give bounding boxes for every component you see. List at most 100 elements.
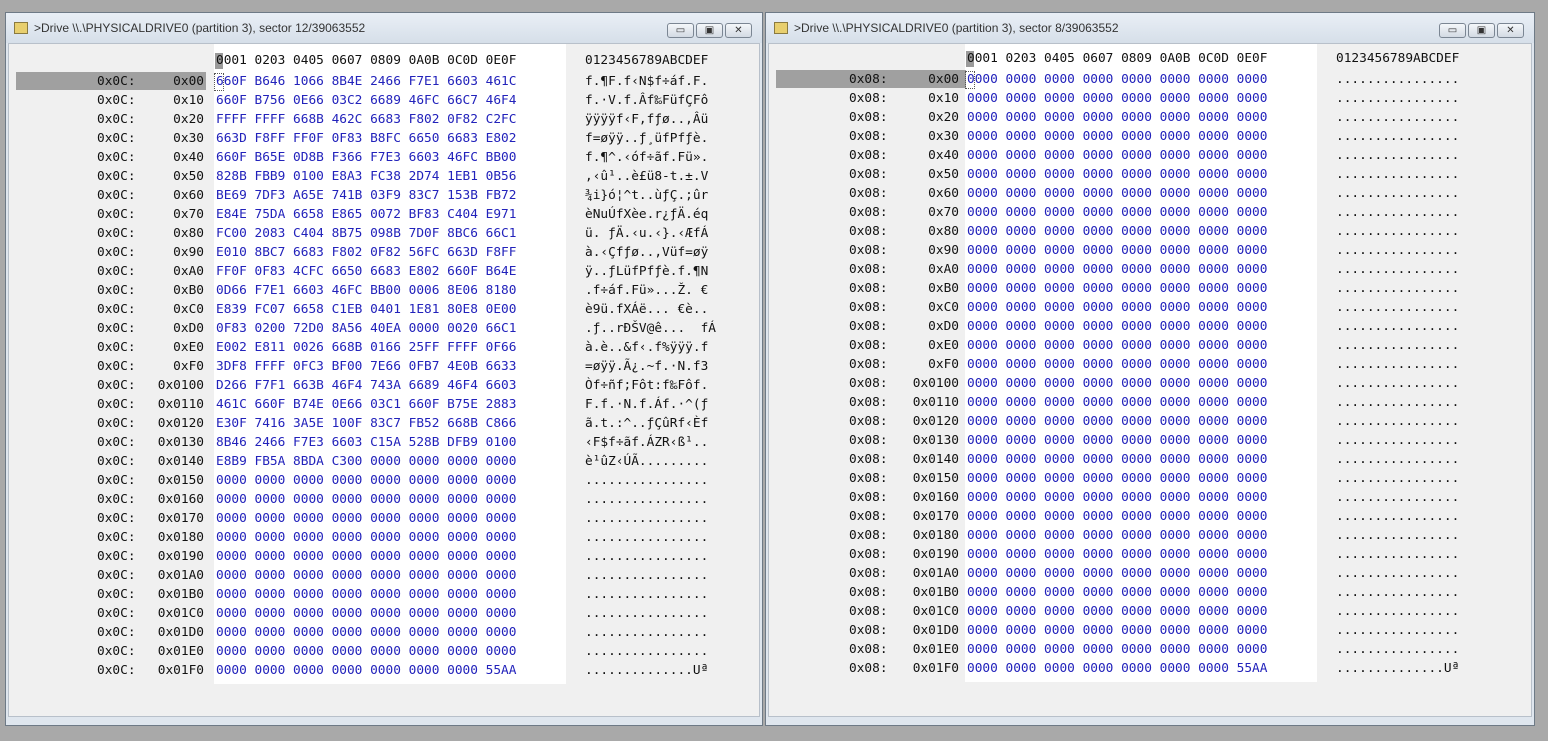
hex-row[interactable]: 0x0C: 0x01A0 0000 0000 0000 0000 0000 0000… [9,566,759,585]
hex-bytes[interactable]: 0000 0000 0000 0000 0000 0000 0000 0000 [967,91,1267,106]
hex-bytes[interactable]: 0000 0000 0000 0000 0000 0000 0000 0000 [967,566,1267,581]
ascii-text[interactable]: ................ [1336,243,1459,258]
hex-bytes[interactable]: 660F B65E 0D8B F366 F7E3 6603 46FC BB00 [216,150,516,165]
ascii-text[interactable]: ................ [1336,72,1459,87]
hex-row[interactable]: 0x0C: 0x01D0 0000 0000 0000 0000 0000 0000… [9,623,759,642]
ascii-text[interactable]: f.¶F.f‹N$f÷áf.F. [585,74,708,89]
hex-row[interactable]: 0x08: 0x0100 0000 0000 0000 0000 0000 0000… [769,374,1531,393]
hex-window-sector-12[interactable]: >Drive \\.\PHYSICALDRIVE0 (partition 3),… [5,12,763,726]
hex-bytes[interactable]: BE69 7DF3 A65E 741B 03F9 83C7 153B FB72 [216,188,516,203]
title-bar[interactable]: >Drive \\.\PHYSICALDRIVE0 (partition 3),… [6,13,762,43]
ascii-text[interactable]: F.f.·N.f.Áf.·^(ƒ [585,397,708,412]
hex-row[interactable]: 0x08: 0x50 0000 0000 0000 0000 0000 0000 0… [769,165,1531,184]
title-bar[interactable]: >Drive \\.\PHYSICALDRIVE0 (partition 3),… [766,13,1534,43]
hex-row[interactable]: 0x0C: 0xA0 FF0F 0F83 4CFC 6650 6683 E802 6… [9,262,759,281]
ascii-text[interactable]: Òf÷ñf;Fôt:f‰Fôf. [585,378,708,393]
hex-bytes[interactable]: 0000 0000 0000 0000 0000 0000 0000 0000 [216,473,516,488]
ascii-text[interactable]: ................ [1336,167,1459,182]
hex-bytes[interactable]: E84E 75DA 6658 E865 0072 BF83 C404 E971 [216,207,516,222]
hex-row[interactable]: 0x08: 0x01A0 0000 0000 0000 0000 0000 0000… [769,564,1531,583]
hex-bytes[interactable]: 0000 0000 0000 0000 0000 0000 0000 0000 [216,644,516,659]
hex-row[interactable]: 0x0C: 0x0170 0000 0000 0000 0000 0000 0000… [9,509,759,528]
hex-row[interactable]: 0x0C: 0x0180 0000 0000 0000 0000 0000 0000… [9,528,759,547]
ascii-text[interactable]: ................ [1336,566,1459,581]
ascii-text[interactable]: ................ [1336,91,1459,106]
ascii-text[interactable]: ÿ..ƒLüfPfƒè.f.¶N [585,264,708,279]
hex-bytes[interactable]: 0000 0000 0000 0000 0000 0000 0000 0000 [967,243,1267,258]
ascii-text[interactable]: ................ [1336,281,1459,296]
ascii-text[interactable]: ................ [585,549,708,564]
hex-bytes[interactable]: 0000 0000 0000 0000 0000 0000 0000 0000 [216,568,516,583]
hex-row[interactable]: 0x08: 0x0160 0000 0000 0000 0000 0000 0000… [769,488,1531,507]
minimize-button[interactable]: ▭ [1439,23,1466,38]
hex-bytes[interactable]: 0F83 0200 72D0 8A56 40EA 0000 0020 66C1 [216,321,516,336]
ascii-text[interactable]: =øÿÿ.Ã¿.~f.·N.f3 [585,359,708,374]
hex-row[interactable]: 0x08: 0x01B0 0000 0000 0000 0000 0000 0000… [769,583,1531,602]
ascii-text[interactable]: ................ [585,587,708,602]
hex-row[interactable]: 0x0C: 0x0150 0000 0000 0000 0000 0000 0000… [9,471,759,490]
hex-bytes[interactable]: 0000 0000 0000 0000 0000 0000 0000 0000 [967,452,1267,467]
close-button[interactable]: ✕ [1497,23,1524,38]
hex-bytes[interactable]: 0000 0000 0000 0000 0000 0000 0000 0000 [967,528,1267,543]
close-button[interactable]: ✕ [725,23,752,38]
hex-bytes[interactable]: 0000 0000 0000 0000 0000 0000 0000 0000 [967,376,1267,391]
hex-view[interactable]: 0001 0203 0405 0607 0809 0A0B 0C0D 0E0F 0… [8,43,760,717]
ascii-text[interactable]: .f÷áf.Fü»...Ž. € [585,283,708,298]
hex-row[interactable]: 0x0C: 0x40 660F B65E 0D8B F366 F7E3 6603 4… [9,148,759,167]
hex-bytes[interactable]: FC00 2083 C404 8B75 098B 7D0F 8BC6 66C1 [216,226,516,241]
hex-bytes[interactable]: 0000 0000 0000 0000 0000 0000 0000 0000 [216,606,516,621]
hex-bytes[interactable]: 0000 0000 0000 0000 0000 0000 0000 0000 [967,148,1267,163]
ascii-text[interactable]: ................ [585,511,708,526]
ascii-text[interactable]: ................ [1336,395,1459,410]
hex-bytes[interactable]: 0000 0000 0000 0000 0000 0000 0000 0000 [967,281,1267,296]
ascii-text[interactable]: ................ [1336,319,1459,334]
hex-row[interactable]: 0x0C: 0x0130 8B46 2466 F7E3 6603 C15A 528B… [9,433,759,452]
ascii-text[interactable]: ................ [585,473,708,488]
hex-bytes[interactable]: 0000 0000 0000 0000 0000 0000 0000 0000 [967,72,1267,87]
hex-bytes[interactable]: 660F B756 0E66 03C2 6689 46FC 66C7 46F4 [216,93,516,108]
hex-bytes[interactable]: 663D F8FF FF0F 0F83 B8FC 6650 6683 E802 [216,131,516,146]
hex-row[interactable]: 0x0C: 0xE0 E002 E811 0026 668B 0166 25FF F… [9,338,759,357]
hex-row[interactable]: 0x0C: 0x01E0 0000 0000 0000 0000 0000 0000… [9,642,759,661]
hex-row[interactable]: 0x0C: 0x20 FFFF FFFF 668B 462C 6683 F802 0… [9,110,759,129]
hex-row[interactable]: 0x0C: 0xC0 E839 FC07 6658 C1EB 0401 1E81 8… [9,300,759,319]
ascii-text[interactable]: ................ [1336,414,1459,429]
hex-row[interactable]: 0x08: 0xE0 0000 0000 0000 0000 0000 0000 0… [769,336,1531,355]
ascii-text[interactable]: à.è..&f‹.f%ÿÿÿ.f [585,340,708,355]
hex-bytes[interactable]: 0000 0000 0000 0000 0000 0000 0000 0000 [216,625,516,640]
hex-bytes[interactable]: 0000 0000 0000 0000 0000 0000 0000 0000 [216,530,516,545]
hex-bytes[interactable]: 0000 0000 0000 0000 0000 0000 0000 0000 [967,471,1267,486]
hex-bytes[interactable]: 3DF8 FFFF 0FC3 BF00 7E66 0FB7 4E0B 6633 [216,359,516,374]
ascii-text[interactable]: ................ [1336,623,1459,638]
hex-row[interactable]: 0x08: 0xA0 0000 0000 0000 0000 0000 0000 0… [769,260,1531,279]
hex-row[interactable]: 0x08: 0x0120 0000 0000 0000 0000 0000 0000… [769,412,1531,431]
hex-row[interactable]: 0x08: 0x40 0000 0000 0000 0000 0000 0000 0… [769,146,1531,165]
hex-row[interactable]: 0x08: 0x80 0000 0000 0000 0000 0000 0000 0… [769,222,1531,241]
hex-row[interactable]: 0x08: 0xC0 0000 0000 0000 0000 0000 0000 0… [769,298,1531,317]
hex-view[interactable]: 0001 0203 0405 0607 0809 0A0B 0C0D 0E0F 0… [768,43,1532,717]
hex-row[interactable]: 0x0C: 0xB0 0D66 F7E1 6603 46FC BB00 0006 8… [9,281,759,300]
ascii-text[interactable]: ü. ƒÄ.‹u.‹}.‹ÆfÁ [585,226,708,241]
ascii-text[interactable]: ..............Uª [585,663,708,678]
hex-bytes[interactable]: 0000 0000 0000 0000 0000 0000 0000 0000 [967,129,1267,144]
ascii-text[interactable]: ................ [1336,642,1459,657]
hex-row[interactable]: 0x08: 0x00 0000 0000 0000 0000 0000 0000 0… [769,70,1531,89]
hex-bytes[interactable]: FFFF FFFF 668B 462C 6683 F802 0F82 C2FC [216,112,516,127]
ascii-text[interactable]: èNuÚfXèe.r¿ƒÄ.éq [585,207,708,222]
ascii-text[interactable]: ................ [1336,490,1459,505]
hex-bytes[interactable]: 0000 0000 0000 0000 0000 0000 0000 0000 [967,224,1267,239]
hex-row[interactable]: 0x08: 0x10 0000 0000 0000 0000 0000 0000 0… [769,89,1531,108]
hex-row[interactable]: 0x0C: 0x01C0 0000 0000 0000 0000 0000 0000… [9,604,759,623]
hex-bytes[interactable]: 8B46 2466 F7E3 6603 C15A 528B DFB9 0100 [216,435,516,450]
hex-bytes[interactable]: 0000 0000 0000 0000 0000 0000 0000 0000 [967,433,1267,448]
hex-row[interactable]: 0x0C: 0x0110 461C 660F B74E 0E66 03C1 660F… [9,395,759,414]
ascii-text[interactable]: ................ [1336,186,1459,201]
hex-bytes[interactable]: 0000 0000 0000 0000 0000 0000 0000 55AA [216,663,516,678]
ascii-text[interactable]: ................ [1336,224,1459,239]
hex-row[interactable]: 0x0C: 0xD0 0F83 0200 72D0 8A56 40EA 0000 0… [9,319,759,338]
hex-row[interactable]: 0x0C: 0x60 BE69 7DF3 A65E 741B 03F9 83C7 1… [9,186,759,205]
hex-bytes[interactable]: 0000 0000 0000 0000 0000 0000 0000 55AA [967,661,1267,676]
hex-row[interactable]: 0x08: 0x01C0 0000 0000 0000 0000 0000 0000… [769,602,1531,621]
ascii-text[interactable]: ................ [1336,452,1459,467]
hex-row[interactable]: 0x08: 0x0180 0000 0000 0000 0000 0000 0000… [769,526,1531,545]
